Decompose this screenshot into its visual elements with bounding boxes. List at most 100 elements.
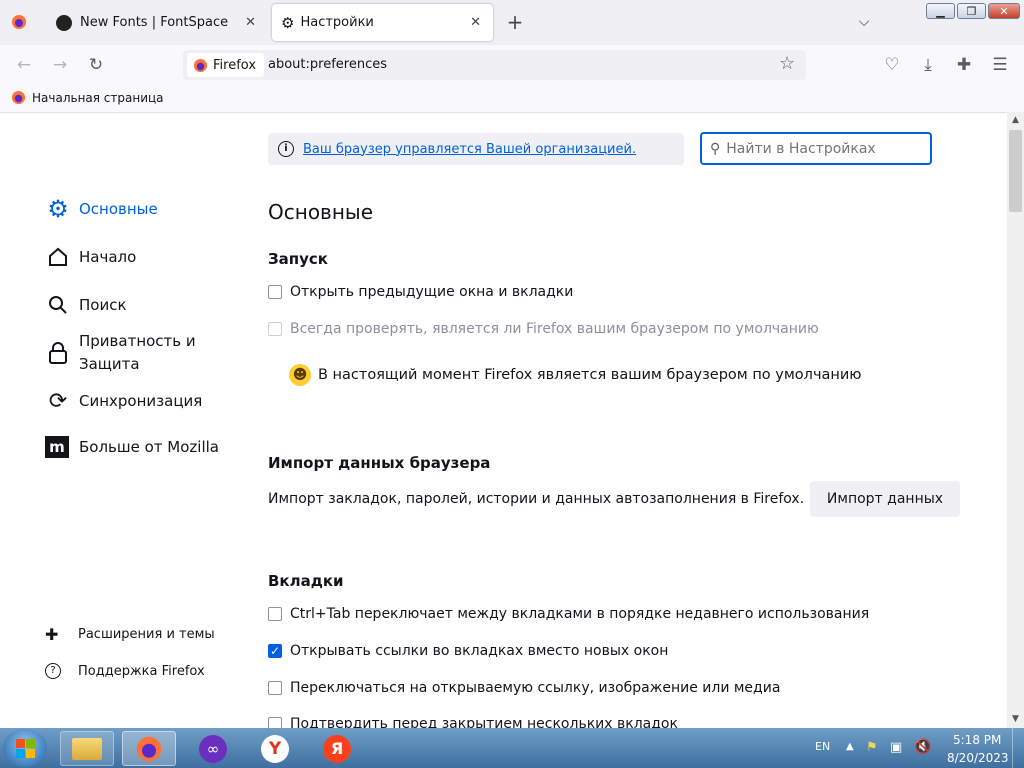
forward-arrow-icon[interactable]: → [48,53,72,77]
identity-label: Firefox [213,57,257,73]
import-description: Импорт закладок, паролей, истории и данн… [268,491,805,507]
option-label: Ctrl+Tab переключает между вкладками в п… [290,606,870,622]
ctrl-tab-checkbox[interactable] [268,607,282,621]
sidebar-item-label: Приватность и Защита [79,332,196,373]
sidebar-item-mozilla[interactable]: m Больше от Mozilla [45,436,219,458]
sidebar-item-label: Синхронизация [79,392,203,410]
mozilla-icon: m [45,436,69,458]
yandex-browser-icon: Y [261,734,289,763]
clock-date[interactable]: 8/20/2023 [947,751,1009,765]
volume-muted-icon[interactable]: 🔇 [914,739,931,755]
startup-heading: Запуск [268,250,328,268]
info-icon: i [278,141,294,157]
switch-to-media-checkbox[interactable] [268,681,282,695]
page-title: Основные [268,200,374,224]
sync-icon: ⟳ [48,388,68,414]
sidebar-item-general[interactable]: ⚙ Основные [45,195,158,223]
warn-close-option[interactable]: Подтвердить перед закрытием нескольких в… [268,717,678,728]
restore-button[interactable]: ❐ [957,3,986,19]
import-heading: Импорт данных браузера [268,454,491,472]
option-label: Открыть предыдущие окна и вкладки [290,284,574,300]
fontspace-icon [56,14,72,31]
language-indicator[interactable]: EN [815,740,830,753]
sidebar-item-home[interactable]: Начало [45,244,136,270]
minimize-button[interactable]: ▁ [926,3,955,19]
open-in-tabs-checkbox[interactable]: ✓ [268,644,282,658]
menu-icon[interactable]: ☰ [988,53,1012,77]
identity-box[interactable]: Firefox [187,53,265,77]
sidebar-addons-link[interactable]: ✚ Расширения и темы [45,625,215,644]
default-check-option: Всегда проверять, является ли Firefox ва… [268,321,819,337]
warn-close-checkbox[interactable] [268,717,282,728]
close-window-button[interactable]: ✕ [988,3,1020,19]
mask-icon: ∞ [199,734,227,763]
close-tab-icon[interactable]: ✕ [470,15,481,30]
folder-icon [72,737,102,760]
explorer-taskbar-button[interactable] [60,731,114,766]
settings-search[interactable]: ⚲ [700,132,932,165]
yandex-icon: Я [323,734,351,763]
option-label: Открывать ссылки во вкладках вместо новы… [290,643,669,659]
restore-session-option[interactable]: Открыть предыдущие окна и вкладки [268,284,573,300]
pocket-icon[interactable]: ♡ [880,53,904,77]
firefox-view-button[interactable] [6,10,32,34]
tab-fontspace[interactable]: New Fonts | FontSpace ✕ [46,4,268,41]
windows-logo-icon [15,738,35,758]
puzzle-icon: ✚ [45,625,59,644]
downloads-icon[interactable]: ⤓ [916,53,940,77]
gear-icon: ⚙ [47,195,69,223]
tabs-heading: Вкладки [268,572,344,590]
firefox-logo-icon [193,58,208,72]
bookmarks-toolbar: Начальная страница [0,85,1024,113]
sidebar-item-search[interactable]: Поиск [45,292,127,318]
search-icon: ⚲ [710,140,721,157]
scroll-up-arrow-icon[interactable]: ▲ [1007,112,1024,129]
home-icon [45,244,71,270]
sidebar-item-label: Основные [79,200,158,218]
import-data-button[interactable]: Импорт данных [810,481,960,517]
yandex-taskbar-button[interactable]: Я [310,731,364,766]
sidebar-item-privacy[interactable]: Приватность и Защита [45,330,204,376]
restore-session-checkbox[interactable] [268,285,282,299]
default-status: ☻ В настоящий момент Firefox является ва… [289,364,862,386]
flag-icon[interactable]: ⚑ [866,740,878,755]
show-desktop-button[interactable] [1012,728,1024,768]
switch-to-media-option[interactable]: Переключаться на открываемую ссылку, изо… [268,680,780,696]
new-tab-button[interactable]: + [503,10,527,34]
sidebar-item-label: Начало [79,248,137,266]
search-input[interactable] [724,139,919,158]
firefox-taskbar-button[interactable] [122,731,176,766]
search-icon [45,292,71,318]
yandex-browser-taskbar-button[interactable]: Y [248,731,302,766]
scrollbar[interactable]: ▲ ▼ [1007,112,1024,728]
ctrl-tab-option[interactable]: Ctrl+Tab переключает между вкладками в п… [268,606,869,622]
bookmark-star-icon[interactable]: ☆ [779,53,795,74]
bookmark-label: Начальная страница [32,90,164,105]
tab-label: New Fonts | FontSpace [80,15,229,30]
close-tab-icon[interactable]: ✕ [245,15,256,30]
sidebar-item-sync[interactable]: ⟳ Синхронизация [45,388,203,414]
scroll-down-arrow-icon[interactable]: ▼ [1007,711,1024,728]
tab-settings[interactable]: ⚙ Настройки ✕ [272,4,493,41]
show-hidden-icons-icon[interactable]: ▲ [846,741,854,752]
bookmark-item[interactable]: Начальная страница [11,90,164,105]
firefox-logo-icon [12,15,26,29]
url-text[interactable]: about:preferences [268,57,387,72]
clock-time[interactable]: 5:18 PM [953,733,1001,747]
url-bar[interactable]: Firefox about:preferences ☆ [183,50,806,80]
reload-icon[interactable]: ↻ [84,53,108,77]
gear-icon: ⚙ [281,13,295,32]
sidebar-support-link[interactable]: ? Поддержка Firefox [45,663,205,679]
open-in-tabs-option[interactable]: ✓ Открывать ссылки во вкладках вместо но… [268,643,668,659]
sidebar-footer-label: Поддержка Firefox [78,663,205,679]
network-icon[interactable]: ▣ [890,740,902,755]
private-browsing-taskbar-button[interactable]: ∞ [186,731,240,766]
option-label: Переключаться на открываемую ссылку, изо… [290,680,781,696]
policy-notice: i Ваш браузер управляется Вашей организа… [268,133,684,165]
extensions-icon[interactable]: ✚ [952,53,976,77]
start-button[interactable] [3,729,47,767]
back-arrow-icon[interactable]: ← [12,53,36,77]
scroll-thumb[interactable] [1009,130,1022,212]
list-all-tabs-button[interactable]: ⌵ [852,10,876,34]
policy-link[interactable]: Ваш браузер управляется Вашей организаци… [303,142,636,157]
